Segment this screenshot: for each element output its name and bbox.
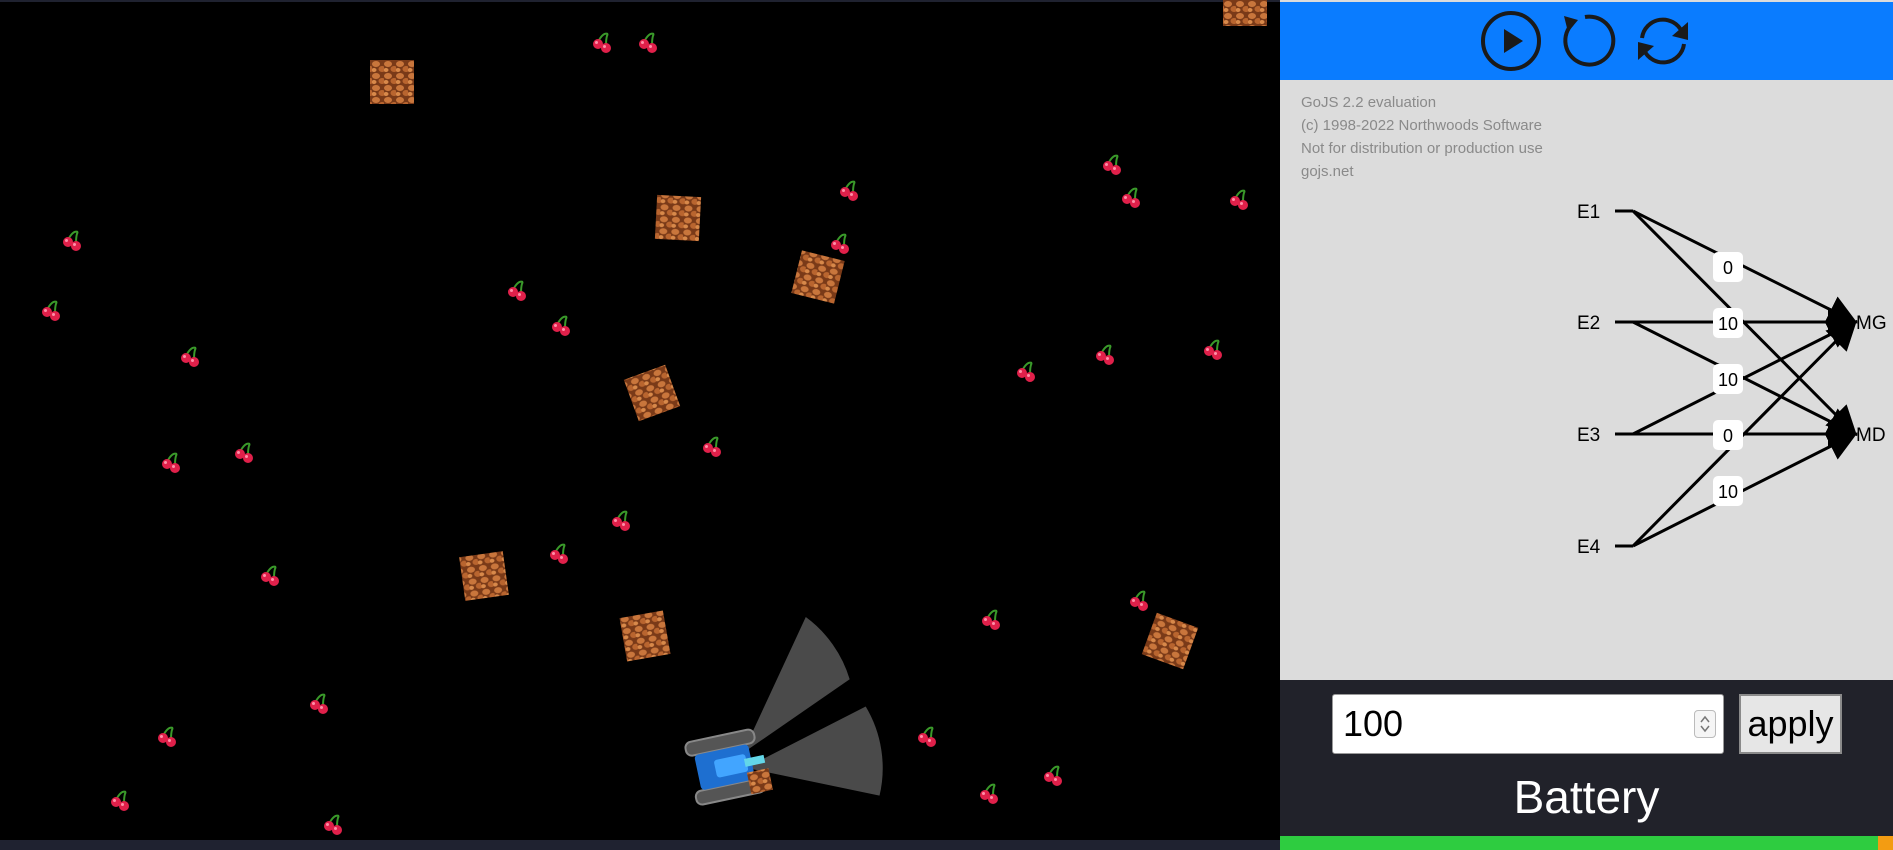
weight-label[interactable]: 10 <box>1713 476 1743 506</box>
cherry <box>639 32 657 53</box>
robot-tank <box>684 617 883 806</box>
game-bottom-bar <box>0 840 1280 850</box>
weight-label[interactable]: 10 <box>1713 364 1743 394</box>
weight-label[interactable]: 10 <box>1713 308 1743 338</box>
cherry <box>593 32 611 53</box>
value-input[interactable] <box>1332 694 1724 754</box>
game-canvas[interactable] <box>0 0 1280 850</box>
cherry <box>703 436 721 457</box>
cherry <box>918 726 936 747</box>
control-panel: apply Battery <box>1280 680 1893 850</box>
cherry <box>1122 187 1140 208</box>
cherry <box>181 346 199 367</box>
output-node-MD: MD <box>1856 425 1886 446</box>
cherry <box>831 233 849 254</box>
spinner-arrows-icon <box>1700 715 1710 733</box>
battery-level-fill <box>1280 836 1878 850</box>
apply-button[interactable]: apply <box>1739 694 1842 754</box>
cherry <box>310 693 328 714</box>
cherry <box>42 300 60 321</box>
battery-bar <box>1280 836 1893 850</box>
number-spinner[interactable] <box>1694 710 1716 738</box>
cherry <box>1044 765 1062 786</box>
reset-button[interactable] <box>1552 8 1618 74</box>
battery-label: Battery <box>1513 771 1660 823</box>
input-node-E1: E1 <box>1577 202 1600 223</box>
cherry <box>1096 344 1114 365</box>
play-button[interactable] <box>1478 8 1544 74</box>
refresh-cycle-icon <box>1638 17 1688 65</box>
crate <box>623 364 681 422</box>
cherry <box>235 442 253 463</box>
weight-value: 10 <box>1718 370 1738 390</box>
cherry <box>552 315 570 336</box>
crate <box>654 194 702 242</box>
cherry <box>1230 189 1248 210</box>
rotate-ccw-icon <box>1563 14 1616 67</box>
output-node-MG: MG <box>1856 313 1887 334</box>
input-node-E4: E4 <box>1577 537 1601 558</box>
weight-value: 10 <box>1718 482 1738 502</box>
game-scene <box>42 0 1267 835</box>
crate <box>1223 0 1267 26</box>
neural-network-diagram[interactable]: GoJS 2.2 evaluation (c) 1998-2022 Northw… <box>1280 80 1893 680</box>
crate <box>619 610 671 662</box>
cherry <box>1017 361 1035 382</box>
cherry <box>63 230 81 251</box>
cherry <box>982 609 1000 630</box>
right-panel: GoJS 2.2 evaluation (c) 1998-2022 Northw… <box>1280 0 1893 850</box>
crate <box>459 551 509 601</box>
weight-value: 10 <box>1718 314 1738 334</box>
network-graph: E1 E2 E3 E4 MG MD 0 10 10 0 10 <box>1577 202 1887 558</box>
weight-value: 0 <box>1723 258 1733 278</box>
crate-group <box>370 0 1267 670</box>
weight-label[interactable]: 0 <box>1713 420 1743 450</box>
crate <box>791 250 845 304</box>
cherry <box>550 543 568 564</box>
cherry <box>1103 154 1121 175</box>
play-circle-icon <box>1481 11 1541 71</box>
cherry <box>111 790 129 811</box>
input-node-E2: E2 <box>1577 313 1600 334</box>
input-node-E3: E3 <box>1577 425 1600 446</box>
robot-rear-crate <box>746 768 773 795</box>
cherry <box>261 565 279 586</box>
cherry <box>508 280 526 301</box>
cherry <box>162 452 180 473</box>
cherry <box>1130 590 1148 611</box>
cherry <box>980 783 998 804</box>
toolbar <box>1280 2 1893 80</box>
cherry <box>158 726 176 747</box>
weight-value: 0 <box>1723 426 1733 446</box>
weight-label[interactable]: 0 <box>1713 252 1743 282</box>
cherry-group <box>42 32 1248 835</box>
cherry <box>840 180 858 201</box>
cherry <box>1204 339 1222 360</box>
cherry <box>324 814 342 835</box>
crate <box>1141 612 1199 670</box>
refresh-button[interactable] <box>1630 8 1696 74</box>
crate <box>370 60 414 104</box>
cherry <box>612 510 630 531</box>
